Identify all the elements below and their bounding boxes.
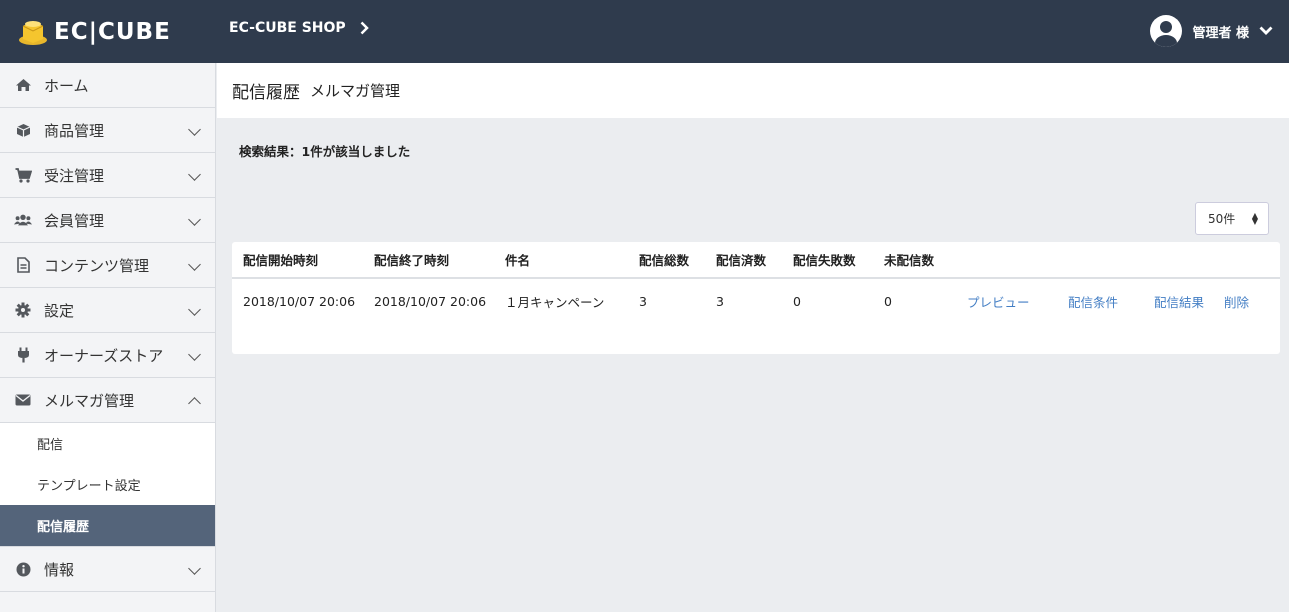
sort-arrows-icon: ▲ ▼: [1251, 211, 1258, 226]
submenu-item-label: 配信: [37, 438, 64, 453]
chevron-down-icon: [188, 213, 201, 226]
submenu-item-template-settings[interactable]: テンプレート設定: [0, 464, 215, 505]
preview-link[interactable]: プレビュー: [967, 295, 1030, 310]
column-header: 配信失敗数: [782, 242, 873, 279]
sidebar-item-label: コンテンツ管理: [44, 256, 150, 275]
search-result-count: 検索結果：1件が該当しました: [239, 144, 411, 159]
column-header: 件名: [494, 242, 628, 279]
user-menu[interactable]: 管理者 様: [1150, 15, 1273, 47]
page-subtitle: メルマガ管理: [310, 82, 401, 100]
column-header: 配信開始時刻: [232, 242, 363, 279]
column-header-actions: [1132, 242, 1218, 279]
users-icon: [14, 213, 32, 227]
submenu-item-label: 配信履歴: [37, 520, 90, 535]
chevron-right-icon: [360, 21, 369, 35]
sidebar-item-info[interactable]: 情報: [0, 547, 215, 592]
logo-text: EC|CUBE: [54, 19, 171, 45]
column-header: 配信済数: [705, 242, 782, 279]
cell-subject: １月キャンペーン: [505, 294, 605, 310]
cell-end-time: 2018/10/07 20:06: [374, 293, 487, 309]
envelope-icon: [14, 394, 32, 406]
sidebar-item-home[interactable]: ホーム: [0, 63, 215, 108]
sidebar-item-owners-store[interactable]: オーナーズストア: [0, 333, 215, 378]
sidebar-item-label: 商品管理: [44, 121, 105, 140]
cell-failed: 0: [793, 293, 801, 309]
column-header-actions: [1046, 242, 1132, 279]
cell-start-time: 2018/10/07 20:06: [243, 293, 356, 309]
sidebar-item-products[interactable]: 商品管理: [0, 108, 215, 153]
shop-name: EC-CUBE SHOP: [229, 20, 346, 36]
cell-pending: 0: [884, 293, 892, 309]
info-icon: [14, 562, 32, 577]
user-avatar-icon: [1150, 15, 1183, 47]
chevron-down-icon: [188, 258, 201, 271]
sidebar-item-label: 受注管理: [44, 166, 105, 185]
gear-icon: [14, 302, 32, 318]
plug-icon: [14, 347, 32, 363]
per-page-value: 50件: [1208, 212, 1236, 226]
cell-done: 3: [716, 293, 724, 309]
delete-link[interactable]: 削除: [1224, 295, 1249, 310]
submenu-item-label: テンプレート設定: [37, 479, 141, 494]
sidebar-item-label: 情報: [44, 560, 75, 579]
cube-logo-icon: [19, 21, 47, 45]
shop-link[interactable]: EC-CUBE SHOP: [229, 20, 369, 36]
conditions-link[interactable]: 配信条件: [1068, 295, 1118, 310]
table-header-row: 配信開始時刻 配信終了時刻 件名 配信総数 配信済数 配信失敗数 未配信数: [232, 242, 1280, 279]
home-icon: [14, 78, 32, 92]
chevron-down-icon: [188, 168, 201, 181]
sidebar-item-label: ホーム: [44, 76, 89, 95]
column-header: 配信終了時刻: [363, 242, 494, 279]
sidebar-item-label: 設定: [44, 301, 75, 320]
sidebar-item-orders[interactable]: 受注管理: [0, 153, 215, 198]
history-table-card: 配信開始時刻 配信終了時刻 件名 配信総数 配信済数 配信失敗数 未配信数 20…: [232, 242, 1280, 354]
chevron-down-icon: [188, 562, 201, 575]
top-header: EC|CUBE EC-CUBE SHOP 管理者 様: [0, 0, 1289, 63]
submenu-item-delivery[interactable]: 配信: [0, 423, 215, 464]
column-header-actions: [945, 242, 1046, 279]
column-header: 未配信数: [873, 242, 945, 279]
sidebar: ホーム 商品管理 受注管理 会員管理 コンテンツ管理 設定 オーナーズストア メ…: [0, 63, 216, 612]
sidebar-item-mail-magazine[interactable]: メルマガ管理: [0, 378, 215, 423]
user-name: 管理者 様: [1192, 25, 1249, 41]
sidebar-item-label: メルマガ管理: [44, 391, 135, 410]
delivery-history-table: 配信開始時刻 配信終了時刻 件名 配信総数 配信済数 配信失敗数 未配信数 20…: [232, 242, 1280, 323]
cell-total: 3: [639, 293, 647, 309]
cart-icon: [14, 167, 32, 183]
cube-icon: [14, 123, 32, 138]
ec-cube-logo[interactable]: EC|CUBE: [18, 18, 171, 46]
sidebar-item-contents[interactable]: コンテンツ管理: [0, 243, 215, 288]
per-page-select[interactable]: 50件 ▲ ▼: [1195, 202, 1269, 235]
table-row: 2018/10/07 20:06 2018/10/07 20:06 １月キャンペ…: [232, 278, 1280, 323]
mail-magazine-submenu: 配信 テンプレート設定 配信履歴: [0, 423, 215, 547]
page-title: 配信履歴: [232, 83, 300, 103]
results-link[interactable]: 配信結果: [1154, 295, 1204, 310]
sidebar-item-label: オーナーズストア: [44, 346, 164, 365]
chevron-down-icon: [188, 303, 201, 316]
page-title-bar: 配信履歴 メルマガ管理: [217, 63, 1289, 118]
chevron-down-icon: [188, 348, 201, 361]
submenu-item-delivery-history[interactable]: 配信履歴: [0, 505, 215, 546]
sidebar-item-label: 会員管理: [44, 211, 105, 230]
sidebar-item-members[interactable]: 会員管理: [0, 198, 215, 243]
sidebar-item-settings[interactable]: 設定: [0, 288, 215, 333]
chevron-down-icon: [188, 123, 201, 136]
column-header-actions: [1218, 242, 1280, 279]
column-header: 配信総数: [628, 242, 705, 279]
chevron-up-icon: [188, 397, 201, 410]
chevron-down-icon: [1259, 26, 1273, 35]
file-icon: [14, 257, 32, 273]
